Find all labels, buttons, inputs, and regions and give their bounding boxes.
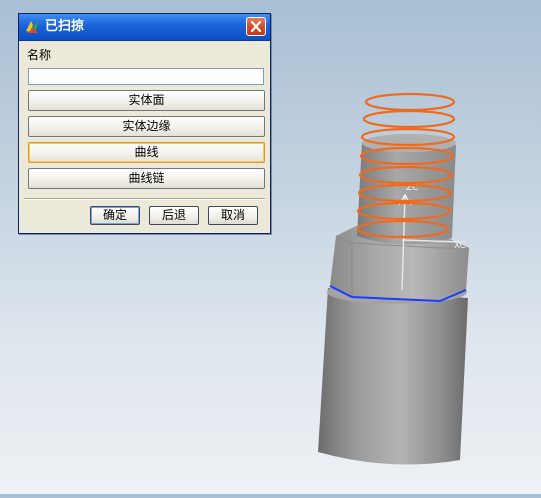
- close-icon: [250, 21, 262, 32]
- dialog-titlebar[interactable]: 已扫掠: [19, 14, 270, 41]
- back-button[interactable]: 后退: [149, 206, 199, 225]
- xc-axis-label: XC: [454, 241, 466, 251]
- dialog-title: 已扫掠: [45, 19, 85, 34]
- solid-edge-button[interactable]: 实体边缘: [28, 116, 265, 137]
- separator: [24, 198, 265, 200]
- ok-button[interactable]: 确定: [90, 206, 140, 225]
- name-label: 名称: [27, 48, 52, 62]
- base-cylinder[interactable]: [318, 280, 468, 465]
- nx-app-icon: [26, 21, 38, 33]
- name-input[interactable]: [28, 68, 264, 85]
- close-button[interactable]: [246, 17, 266, 36]
- solid-face-button[interactable]: 实体面: [28, 90, 265, 111]
- swept-dialog: 已扫掠 名称 实体面 实体边缘 曲线 曲线链 确定 后退 取消: [18, 13, 271, 234]
- curve-chain-button[interactable]: 曲线链: [28, 168, 265, 189]
- curve-button[interactable]: 曲线: [28, 142, 265, 163]
- cancel-button[interactable]: 取消: [208, 206, 258, 225]
